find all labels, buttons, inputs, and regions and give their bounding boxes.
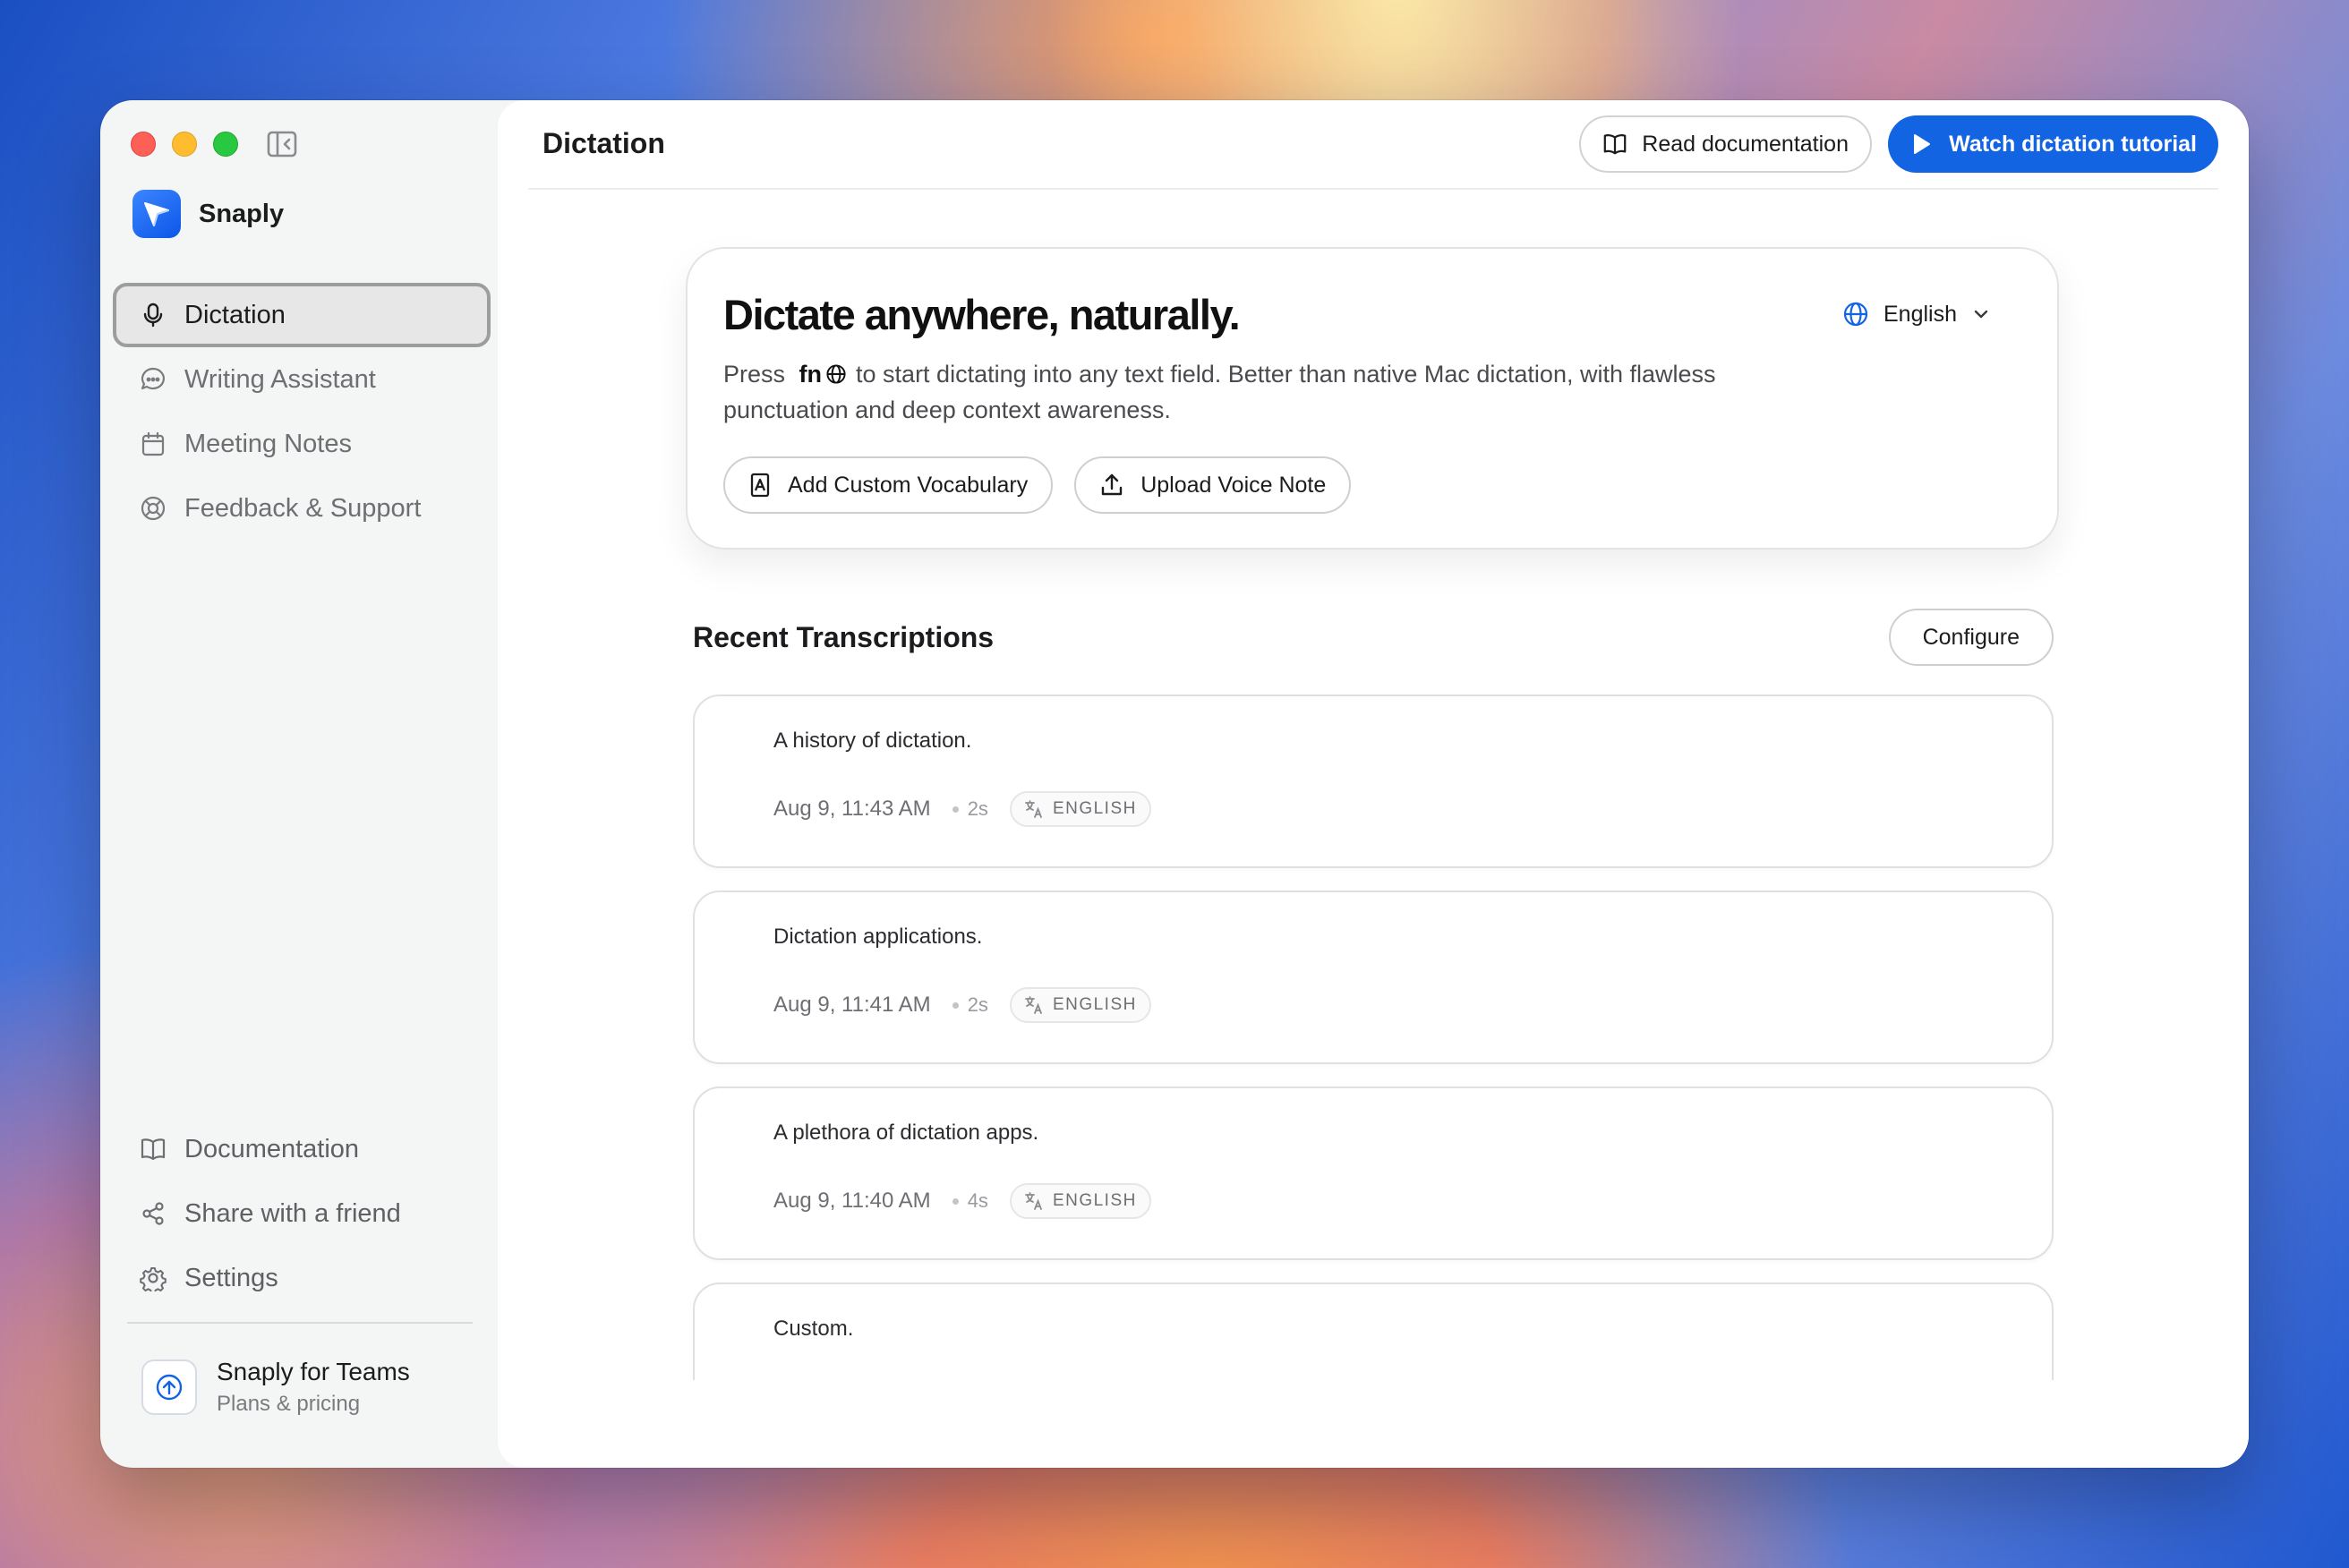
transcription-duration: 2s (967, 993, 988, 1016)
sidebar-item-label: Feedback & Support (184, 493, 422, 523)
transcription-time: Aug 9, 11:41 AM (773, 993, 931, 1017)
contact-book-icon (750, 473, 770, 498)
hero-title: Dictate anywhere, naturally. (723, 291, 1241, 338)
share-icon (142, 1202, 164, 1225)
calendar-icon (141, 431, 165, 456)
transcription-text: Custom. (773, 1317, 854, 1341)
sidebar-item-documentation[interactable]: Documentation (127, 1117, 485, 1181)
transcription-meta: Aug 9, 11:40 AM 4s ENGLISH (773, 1183, 1151, 1219)
separator-dot (952, 1001, 959, 1009)
section-title: Recent Transcriptions (693, 621, 995, 653)
language-badge: ENGLISH (1009, 791, 1151, 827)
desc-before: Press (723, 361, 786, 388)
sidebar-bottom-nav: Documentation Share with a friend Settin… (127, 1117, 485, 1310)
upload-icon (1102, 473, 1123, 496)
transcriptions-list[interactable]: A history of dictation. Aug 9, 11:43 AM … (693, 695, 2054, 1380)
add-vocab-label: Add Custom Vocabulary (788, 472, 1029, 498)
gear-icon (140, 1266, 167, 1291)
transcription-meta: Aug 9, 11:41 AM 2s ENGLISH (773, 987, 1151, 1023)
page-title: Dictation (542, 127, 665, 159)
separator-dot (952, 805, 959, 813)
transcription-card[interactable]: A history of dictation. Aug 9, 11:43 AM … (693, 695, 2054, 868)
watch-tutorial-label: Watch dictation tutorial (1949, 131, 2197, 157)
translate-icon (1025, 800, 1042, 818)
transcription-meta: Aug 9, 11:43 AM 2s ENGLISH (773, 791, 1151, 827)
translate-icon (1025, 1192, 1042, 1210)
sidebar-item-label: Meeting Notes (184, 429, 352, 458)
recent-transcriptions-header: Recent Transcriptions Configure (693, 609, 2054, 666)
translate-icon (1025, 996, 1042, 1014)
window-controls (131, 132, 238, 157)
desc-after: to start dictating into any text field. … (723, 361, 1716, 423)
language-badge: ENGLISH (1009, 1183, 1151, 1219)
language-badge-label: ENGLISH (1052, 1191, 1137, 1210)
sidebar-nav: Dictation Writing Assistant Meeting Note… (113, 283, 491, 541)
teams-upgrade[interactable]: Snaply for Teams Plans & pricing (141, 1358, 410, 1417)
top-bar: Dictation Read documentation Watch dicta… (528, 100, 2218, 190)
brand: Snaply (132, 190, 284, 238)
play-icon (1914, 134, 1931, 154)
sidebar-item-label: Documentation (184, 1134, 360, 1163)
upload-voice-note-button[interactable]: Upload Voice Note (1074, 456, 1352, 514)
upgrade-arrow-icon (141, 1359, 197, 1415)
zoom-window-button[interactable] (213, 132, 238, 157)
minimize-window-button[interactable] (172, 132, 197, 157)
language-label: English (1883, 301, 1957, 327)
sidebar-item-meeting-notes[interactable]: Meeting Notes (113, 412, 491, 476)
configure-button[interactable]: Configure (1888, 609, 2054, 666)
book-icon (141, 1138, 166, 1161)
chevron-down-icon (1974, 310, 1988, 319)
sidebar-item-writing-assistant[interactable]: Writing Assistant (113, 347, 491, 412)
upload-label: Upload Voice Note (1140, 472, 1327, 498)
globe-icon (1843, 302, 1868, 327)
sidebar-item-feedback-support[interactable]: Feedback & Support (113, 476, 491, 541)
sidebar-item-label: Writing Assistant (184, 364, 376, 394)
transcription-text: Dictation applications. (773, 925, 983, 949)
transcription-time: Aug 9, 11:43 AM (773, 797, 931, 821)
microphone-icon (143, 303, 163, 328)
hero-actions: Add Custom Vocabulary Upload Voice Note (723, 456, 1352, 514)
language-selector[interactable]: English (1842, 301, 1991, 328)
sidebar-item-dictation[interactable]: Dictation (113, 283, 491, 347)
sidebar-divider (127, 1322, 473, 1324)
hero-card: Dictate anywhere, naturally. English Pre… (686, 247, 2059, 550)
sidebar-item-label: Dictation (184, 300, 286, 329)
transcription-text: A history of dictation. (773, 729, 972, 753)
snaply-logo-icon (132, 190, 181, 238)
chat-bubble-icon (141, 367, 165, 390)
sidebar-item-share[interactable]: Share with a friend (127, 1181, 485, 1246)
brand-name: Snaply (199, 199, 285, 228)
teams-title: Snaply for Teams (217, 1358, 410, 1385)
lifebuoy-icon (141, 496, 166, 521)
transcription-duration: 4s (967, 1189, 988, 1212)
book-icon (1603, 133, 1627, 155)
sidebar: Snaply Dictation Writing Assistant Meeti… (100, 100, 498, 1468)
teams-text: Snaply for Teams Plans & pricing (217, 1358, 410, 1417)
app-window: Snaply Dictation Writing Assistant Meeti… (100, 100, 2249, 1468)
transcription-card[interactable]: Dictation applications. Aug 9, 11:41 AM … (693, 891, 2054, 1064)
main-content: Dictation Read documentation Watch dicta… (498, 100, 2249, 1468)
teams-subtitle: Plans & pricing (217, 1392, 361, 1416)
language-badge-label: ENGLISH (1052, 799, 1137, 818)
fn-key-label: fn (799, 361, 823, 388)
sidebar-item-label: Settings (184, 1263, 278, 1292)
close-window-button[interactable] (131, 132, 156, 157)
language-badge-label: ENGLISH (1052, 995, 1137, 1014)
add-custom-vocabulary-button[interactable]: Add Custom Vocabulary (723, 456, 1054, 514)
transcription-duration: 2s (967, 797, 988, 820)
sidebar-toggle-icon[interactable] (267, 131, 297, 158)
read-documentation-button[interactable]: Read documentation (1579, 115, 1872, 173)
sidebar-item-settings[interactable]: Settings (127, 1246, 485, 1310)
transcription-text: A plethora of dictation apps. (773, 1121, 1039, 1145)
transcription-time: Aug 9, 11:40 AM (773, 1189, 931, 1213)
transcription-card[interactable]: A plethora of dictation apps. Aug 9, 11:… (693, 1087, 2054, 1260)
watch-tutorial-button[interactable]: Watch dictation tutorial (1888, 115, 2218, 173)
read-documentation-label: Read documentation (1642, 131, 1849, 157)
hero-description: Press fn to start dictating into any text… (723, 356, 1780, 428)
transcription-card[interactable]: Custom. (693, 1283, 2054, 1380)
separator-dot (952, 1197, 959, 1205)
globe-key-icon (826, 364, 846, 384)
sidebar-item-label: Share with a friend (184, 1198, 401, 1228)
language-badge: ENGLISH (1009, 987, 1151, 1023)
